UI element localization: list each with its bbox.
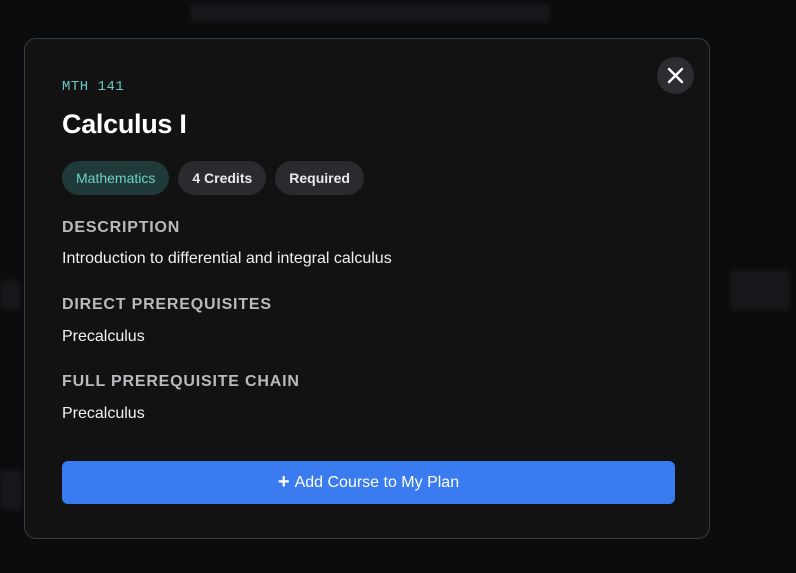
close-icon [667, 67, 684, 84]
credits-tag: 4 Credits [178, 161, 267, 195]
course-code: MTH 141 [62, 79, 125, 95]
subject-tag: Mathematics [62, 161, 170, 195]
close-button[interactable] [657, 57, 694, 94]
course-detail-modal: MTH 141 Calculus I Mathematics 4 Credits… [24, 38, 710, 539]
background-content [0, 470, 22, 510]
description-heading: DESCRIPTION [62, 219, 181, 236]
course-title: Calculus I [62, 109, 187, 139]
add-course-button[interactable]: + Add Course to My Plan [62, 461, 675, 504]
direct-prerequisites-heading: DIRECT PREREQUISITES [62, 296, 272, 313]
course-tags: Mathematics 4 Credits Required [62, 161, 364, 195]
add-course-button-label: Add Course to My Plan [294, 473, 460, 491]
plus-icon: + [277, 470, 290, 493]
full-prerequisite-chain-heading: FULL PREREQUISITE CHAIN [62, 373, 300, 390]
background-content [730, 270, 790, 310]
full-prerequisite-chain-text: Precalculus [62, 405, 145, 422]
direct-prerequisites-text: Precalculus [62, 328, 145, 345]
background-content [190, 4, 550, 22]
background-content [0, 280, 20, 310]
description-text: Introduction to differential and integra… [62, 250, 392, 267]
requirement-tag: Required [275, 161, 364, 195]
